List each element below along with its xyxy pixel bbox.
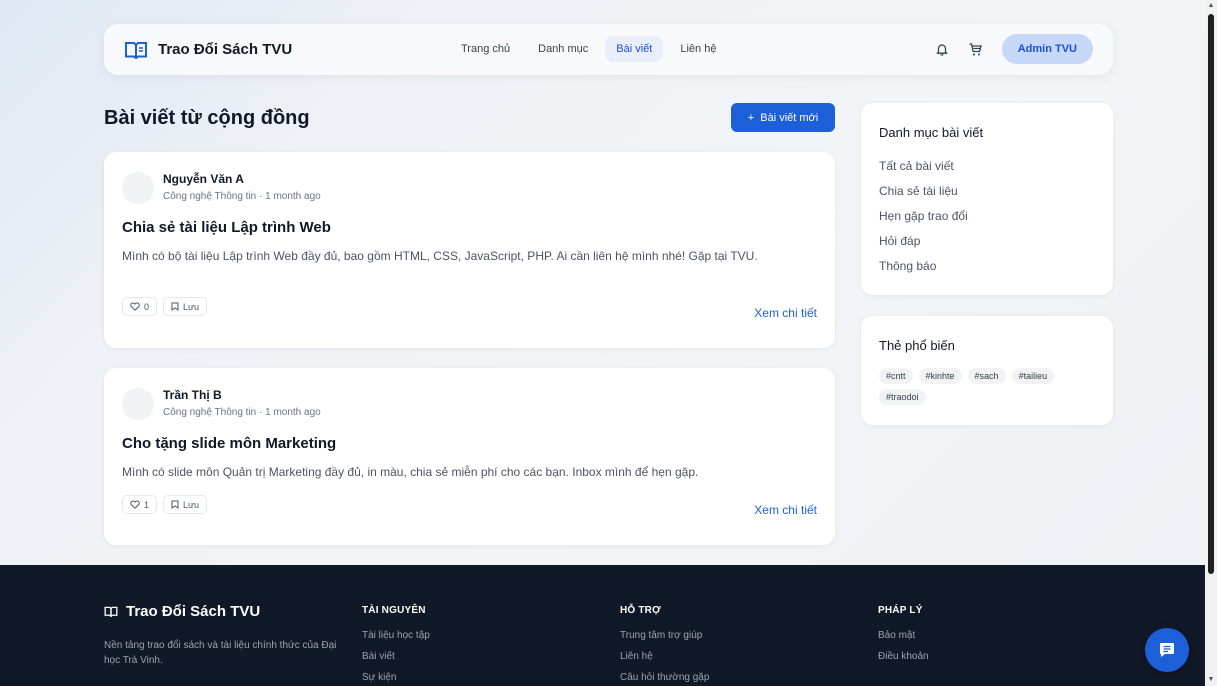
save-label: Lưu <box>183 301 200 312</box>
post-title[interactable]: Chia sẻ tài liệu Lập trình Web <box>122 219 331 236</box>
post-title[interactable]: Cho tặng slide môn Marketing <box>122 435 336 452</box>
like-count: 0 <box>144 301 150 312</box>
category-qa[interactable]: Hỏi đáp <box>879 233 968 258</box>
like-count: 1 <box>144 499 150 510</box>
plus-icon: + <box>747 111 755 124</box>
scroll-thumb[interactable] <box>1208 14 1214 574</box>
chat-icon <box>1160 643 1174 657</box>
top-navbar: Trao Đổi Sách TVU Trang chủ Danh mục Bài… <box>104 24 1113 75</box>
new-post-label: Bài viết mới <box>760 111 819 124</box>
footer-link[interactable]: Tài liệu học tập <box>362 630 430 651</box>
footer-link[interactable]: Liên hệ <box>620 651 709 672</box>
like-button[interactable]: 1 <box>122 495 158 514</box>
book-icon <box>104 606 118 617</box>
post-body: Mình có slide môn Quản trị Marketing đầy… <box>122 465 699 479</box>
footer-link[interactable]: Trung tâm trợ giúp <box>620 630 709 651</box>
categories-title: Danh mục bài viết <box>879 125 984 140</box>
footer-heading: HỖ TRỢ <box>620 605 661 616</box>
save-button[interactable]: Lưu <box>163 297 208 316</box>
category-announcements[interactable]: Thông báo <box>879 258 968 283</box>
popular-tags-card: Thẻ phổ biến #cntt #kinhte #sach #tailie… <box>861 316 1113 425</box>
tags-list: #cntt #kinhte #sach #tailieu #traodoi <box>879 368 1099 405</box>
save-button[interactable]: Lưu <box>163 495 208 514</box>
categories-list: Tất cả bài viết Chia sẻ tài liệu Hẹn gặp… <box>879 158 968 283</box>
view-detail-link[interactable]: Xem chi tiết <box>754 503 817 517</box>
avatar <box>122 388 154 420</box>
view-detail-link[interactable]: Xem chi tiết <box>754 306 817 320</box>
footer-column-support: HỖ TRỢ Trung tâm trợ giúp Liên hệ Câu hỏ… <box>620 605 709 686</box>
footer-description: Nền tảng trao đổi sách và tài liệu chính… <box>104 640 337 666</box>
footer-link[interactable]: Sự kiện <box>362 672 430 686</box>
post-author: Nguyễn Văn A <box>163 172 244 186</box>
brand[interactable]: Trao Đổi Sách TVU <box>124 41 292 59</box>
nav-links: Trang chủ Danh mục Bài viết Liên hệ <box>450 36 727 62</box>
brand-name: Trao Đổi Sách TVU <box>158 41 293 58</box>
category-meetup[interactable]: Hẹn gặp trao đổi <box>879 208 968 233</box>
post-meta: Công nghệ Thông tin · 1 month ago <box>163 407 321 418</box>
book-icon <box>125 41 147 59</box>
footer-link[interactable]: Câu hỏi thường gặp <box>620 672 709 686</box>
post-meta: Công nghệ Thông tin · 1 month ago <box>163 191 321 202</box>
cart-icon[interactable] <box>968 41 984 57</box>
save-label: Lưu <box>183 499 200 510</box>
footer-link[interactable]: Bảo mật <box>878 630 929 651</box>
chat-button[interactable] <box>1145 628 1189 672</box>
scroll-up-icon[interactable]: ▲ <box>1207 2 1215 10</box>
tag-chip[interactable]: #kinhte <box>918 368 962 384</box>
footer-link[interactable]: Bài viết <box>362 651 430 672</box>
nav-right: Admin TVU <box>934 34 1093 64</box>
post-body: Mình có bộ tài liệu Lập trình Web đầy đủ… <box>122 249 758 263</box>
admin-account-button[interactable]: Admin TVU <box>1001 34 1093 64</box>
post-card: Trần Thị B Công nghệ Thông tin · 1 month… <box>104 368 835 545</box>
nav-home[interactable]: Trang chủ <box>450 36 521 62</box>
post-actions: 0 Lưu <box>122 297 208 316</box>
scroll-down-icon[interactable]: ▼ <box>1207 676 1215 684</box>
tags-title: Thẻ phổ biến <box>879 338 955 353</box>
post-author: Trần Thị B <box>163 388 222 402</box>
bookmark-icon <box>171 302 179 311</box>
footer-link[interactable]: Điều khoản <box>878 651 929 672</box>
tag-chip[interactable]: #sach <box>967 368 1006 384</box>
bell-icon[interactable] <box>934 41 950 57</box>
heart-icon <box>130 302 140 311</box>
category-share-docs[interactable]: Chia sẻ tài liệu <box>879 183 968 208</box>
footer-heading: TÀI NGUYÊN <box>362 605 426 616</box>
nav-posts[interactable]: Bài viết <box>605 36 664 62</box>
like-button[interactable]: 0 <box>122 297 158 316</box>
page-scrollbar[interactable]: ▲ ▼ <box>1205 0 1217 686</box>
tag-chip[interactable]: #tailieu <box>1011 368 1055 384</box>
page-title: Bài viết từ cộng đồng <box>104 107 310 129</box>
footer-column-legal: PHÁP LÝ Bảo mật Điều khoản <box>878 605 929 672</box>
nav-categories[interactable]: Danh mục <box>527 36 599 62</box>
nav-contact[interactable]: Liên hệ <box>669 36 727 62</box>
heart-icon <box>130 500 140 509</box>
new-post-button[interactable]: + Bài viết mới <box>731 103 835 132</box>
avatar <box>122 172 154 204</box>
footer-brand-name: Trao Đổi Sách TVU <box>126 603 261 620</box>
post-card: Nguyễn Văn A Công nghệ Thông tin · 1 mon… <box>104 152 835 348</box>
tag-chip[interactable]: #cntt <box>879 368 913 384</box>
post-actions: 1 Lưu <box>122 495 208 514</box>
tag-chip[interactable]: #traodoi <box>879 389 926 405</box>
bookmark-icon <box>171 500 179 509</box>
categories-card: Danh mục bài viết Tất cả bài viết Chia s… <box>861 103 1113 295</box>
category-all[interactable]: Tất cả bài viết <box>879 158 968 183</box>
footer-brand: Trao Đổi Sách TVU <box>104 603 260 620</box>
footer-heading: PHÁP LÝ <box>878 605 923 616</box>
footer: Trao Đổi Sách TVU Nền tảng trao đổi sách… <box>0 565 1205 686</box>
footer-column-resources: TÀI NGUYÊN Tài liệu học tập Bài viết Sự … <box>362 605 430 686</box>
